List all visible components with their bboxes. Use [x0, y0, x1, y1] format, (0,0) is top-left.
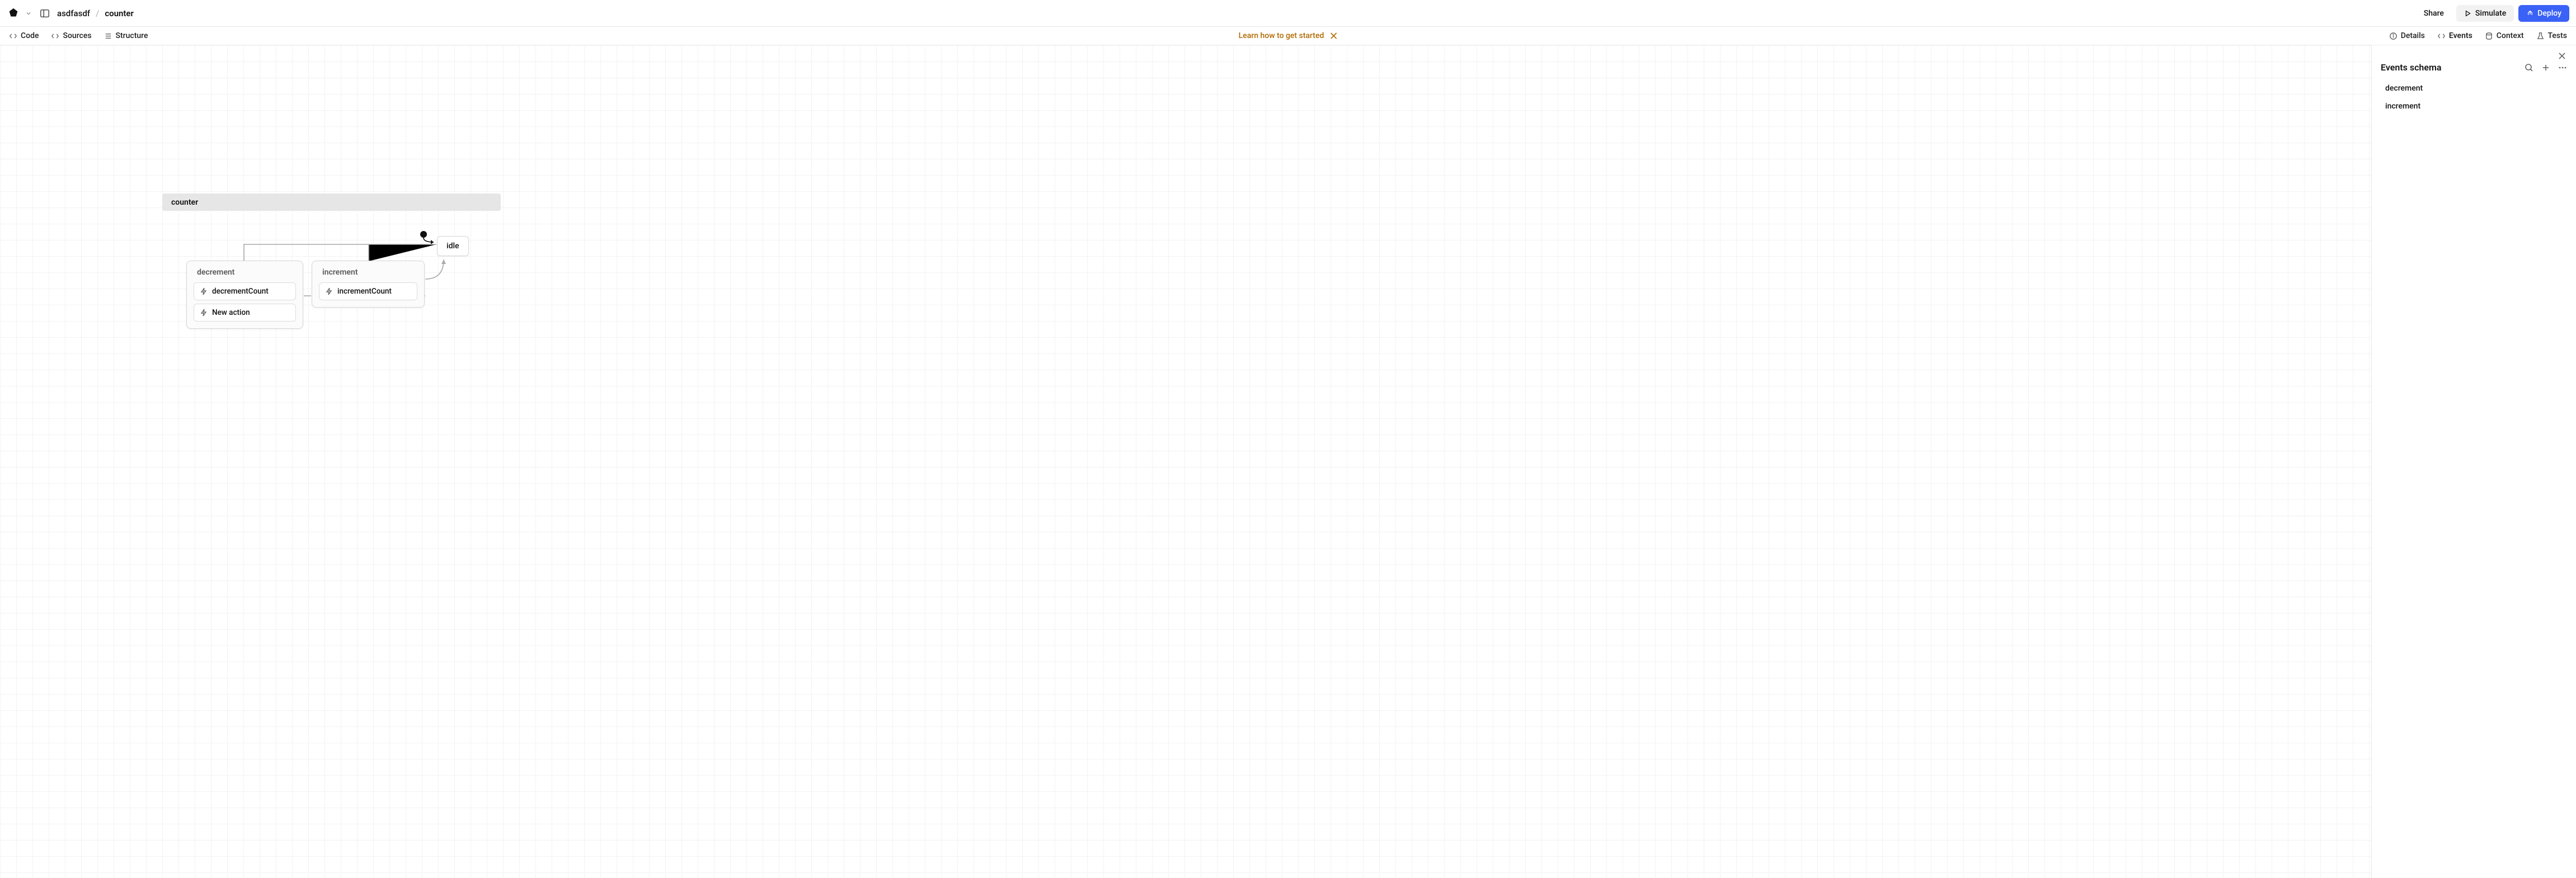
tests-icon: [2536, 32, 2545, 40]
panel-toggle-icon[interactable]: [39, 8, 50, 19]
structure-icon: [104, 32, 112, 40]
rtab-events[interactable]: Events: [2437, 31, 2472, 40]
events-icon: [2437, 32, 2446, 40]
close-icon[interactable]: [2558, 52, 2567, 61]
tab-sources-label: Sources: [63, 31, 91, 40]
rtab-context[interactable]: Context: [2485, 31, 2524, 40]
machine-title[interactable]: counter: [162, 193, 501, 211]
context-icon: [2485, 32, 2493, 40]
rtab-events-label: Events: [2449, 31, 2472, 40]
rtab-details[interactable]: Details: [2389, 31, 2425, 40]
tab-structure[interactable]: Structure: [104, 31, 148, 40]
action-label: decrementCount: [212, 287, 269, 296]
simulate-label: Simulate: [2475, 9, 2506, 18]
event-item-increment[interactable]: increment: [2372, 97, 2576, 115]
breadcrumb-machine: counter: [105, 8, 134, 18]
rtab-tests[interactable]: Tests: [2536, 31, 2567, 40]
state-node-idle[interactable]: idle: [437, 236, 469, 256]
simulate-button[interactable]: Simulate: [2456, 5, 2514, 22]
tab-code-label: Code: [21, 31, 39, 40]
transition-title: increment: [319, 268, 417, 277]
tab-sources[interactable]: Sources: [51, 31, 91, 40]
info-icon: [2389, 32, 2398, 40]
deploy-button[interactable]: Deploy: [2518, 5, 2569, 22]
rtab-tests-label: Tests: [2548, 31, 2567, 40]
close-icon[interactable]: [1329, 32, 1337, 40]
action-increment-count[interactable]: incrementCount: [319, 282, 417, 300]
side-panel-title: Events schema: [2381, 62, 2520, 73]
breadcrumb-separator: /: [96, 8, 99, 18]
learn-link[interactable]: Learn how to get started: [1239, 31, 1324, 40]
transition-node-decrement[interactable]: decrement decrementCount New action: [186, 261, 303, 329]
add-icon[interactable]: [2541, 63, 2550, 72]
tab-structure-label: Structure: [116, 31, 148, 40]
canvas[interactable]: counter: [0, 45, 2371, 878]
side-panel: Events schema decrement increment: [2371, 45, 2576, 878]
code-icon: [9, 32, 17, 40]
more-icon[interactable]: [2558, 63, 2567, 72]
action-decrement-count[interactable]: decrementCount: [194, 282, 296, 300]
bolt-icon: [325, 287, 333, 295]
sources-icon: [51, 32, 59, 40]
tab-code[interactable]: Code: [9, 31, 39, 40]
search-icon[interactable]: [2525, 63, 2533, 72]
breadcrumb: asdfasdf / counter: [57, 8, 134, 18]
action-label: incrementCount: [337, 287, 392, 296]
bolt-icon: [200, 309, 208, 317]
rtab-context-label: Context: [2497, 31, 2524, 40]
action-new-action[interactable]: New action: [194, 304, 296, 322]
event-item-decrement[interactable]: decrement: [2372, 79, 2576, 97]
deploy-label: Deploy: [2537, 9, 2561, 18]
breadcrumb-project[interactable]: asdfasdf: [57, 8, 90, 18]
chevron-down-icon[interactable]: [26, 11, 31, 16]
rtab-details-label: Details: [2401, 31, 2425, 40]
bolt-icon: [200, 287, 208, 295]
transition-title: decrement: [194, 268, 296, 277]
action-label: New action: [212, 308, 250, 317]
transition-node-increment[interactable]: increment incrementCount: [312, 261, 425, 308]
share-button[interactable]: Share: [2416, 5, 2452, 22]
app-logo[interactable]: [7, 7, 20, 20]
